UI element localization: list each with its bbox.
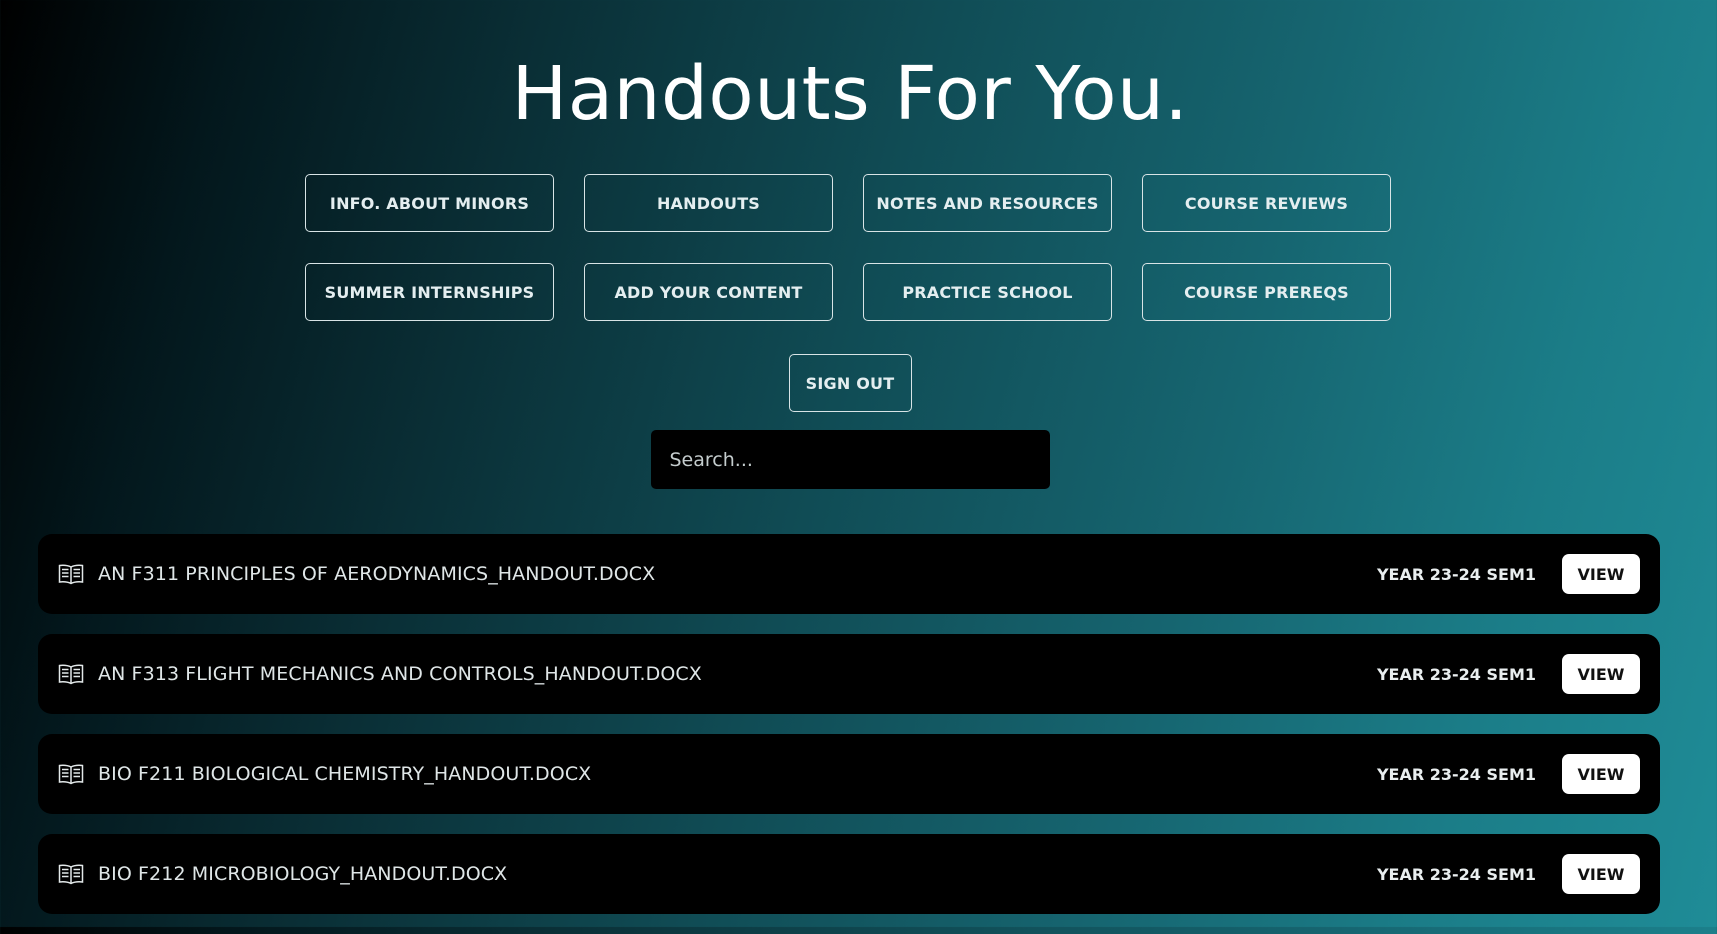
handout-term: YEAR 23-24 SEM1 — [1376, 764, 1536, 784]
book-icon — [58, 562, 86, 586]
sign-out-container: SIGN OUT — [0, 354, 1700, 412]
handout-term: YEAR 23-24 SEM1 — [1376, 864, 1536, 884]
handout-name: BIO F212 MICROBIOLOGY_HANDOUT.DOCX — [98, 863, 508, 885]
view-button[interactable]: VIEW — [1562, 854, 1640, 894]
search-container — [0, 430, 1700, 489]
sign-out-button[interactable]: SIGN OUT — [788, 354, 912, 412]
handout-name: BIO F211 BIOLOGICAL CHEMISTRY_HANDOUT.DO… — [98, 763, 592, 785]
book-icon — [58, 862, 86, 886]
handout-name: AN F311 PRINCIPLES OF AERODYNAMICS_HANDO… — [98, 563, 656, 585]
nav-button-info-about-minors[interactable]: INFO. ABOUT MINORS — [305, 174, 554, 232]
handout-list: AN F311 PRINCIPLES OF AERODYNAMICS_HANDO… — [38, 534, 1660, 934]
handout-term: YEAR 23-24 SEM1 — [1376, 564, 1536, 584]
view-button[interactable]: VIEW — [1562, 554, 1640, 594]
nav-button-course-reviews[interactable]: COURSE REVIEWS — [1142, 174, 1391, 232]
nav-button-handouts[interactable]: HANDOUTS — [584, 174, 833, 232]
book-icon — [58, 762, 86, 786]
handout-name: AN F313 FLIGHT MECHANICS AND CONTROLS_HA… — [98, 663, 702, 685]
handout-row: BIO F212 MICROBIOLOGY_HANDOUT.DOCX YEAR … — [38, 834, 1660, 914]
page-title: Handouts For You. — [511, 51, 1189, 137]
nav-button-add-your-content[interactable]: ADD YOUR CONTENT — [584, 263, 833, 321]
nav-button-course-prereqs[interactable]: COURSE PREREQS — [1142, 263, 1391, 321]
search-input[interactable] — [650, 430, 1050, 489]
book-icon — [58, 662, 86, 686]
page: Handouts For You. INFO. ABOUT MINORS HAN… — [0, 0, 1717, 927]
nav-button-practice-school[interactable]: PRACTICE SCHOOL — [863, 263, 1112, 321]
nav-button-grid: INFO. ABOUT MINORS HANDOUTS NOTES AND RE… — [305, 174, 1395, 321]
handout-row: AN F313 FLIGHT MECHANICS AND CONTROLS_HA… — [38, 634, 1660, 714]
nav-button-notes-and-resources[interactable]: NOTES AND RESOURCES — [863, 174, 1112, 232]
view-button[interactable]: VIEW — [1562, 654, 1640, 694]
nav-button-summer-internships[interactable]: SUMMER INTERNSHIPS — [305, 263, 554, 321]
handout-row: AN F311 PRINCIPLES OF AERODYNAMICS_HANDO… — [38, 534, 1660, 614]
handout-term: YEAR 23-24 SEM1 — [1376, 664, 1536, 684]
handout-row: BIO F211 BIOLOGICAL CHEMISTRY_HANDOUT.DO… — [38, 734, 1660, 814]
view-button[interactable]: VIEW — [1562, 754, 1640, 794]
